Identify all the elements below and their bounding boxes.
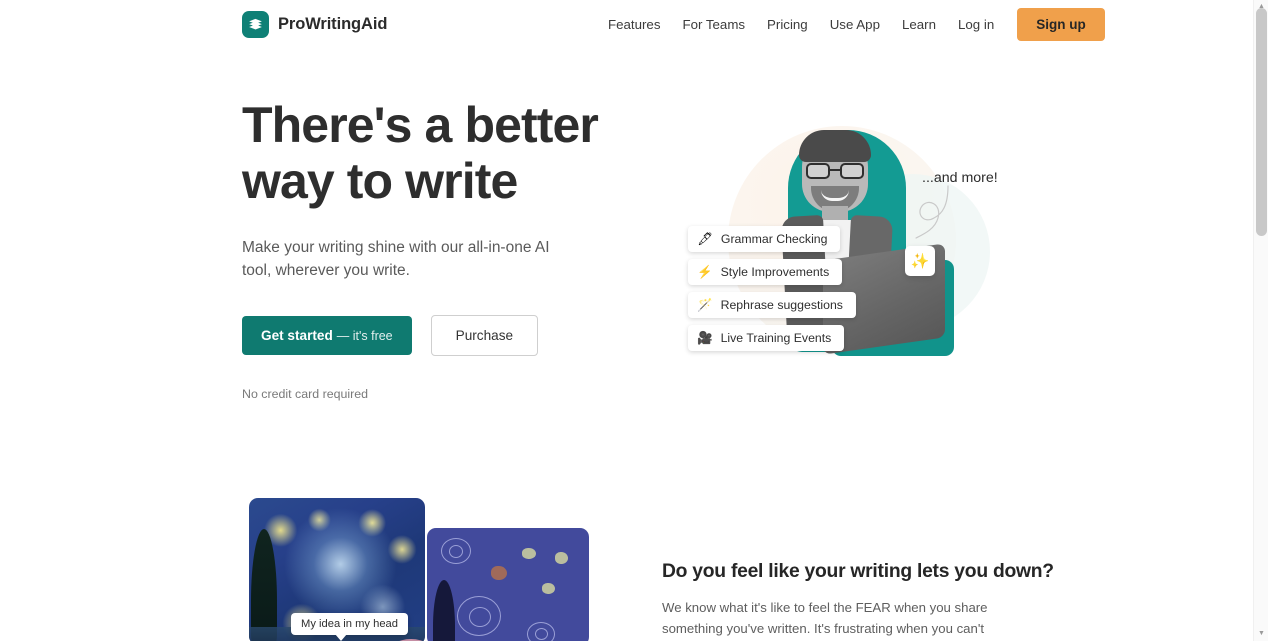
feature-chip-live-training-events[interactable]: 🎥 Live Training Events (688, 325, 845, 351)
crude-cypress-tree (433, 580, 455, 641)
purchase-button[interactable]: Purchase (430, 315, 539, 356)
doodle-arrow-icon (915, 185, 949, 239)
no-credit-card-note: No credit card required (242, 387, 369, 401)
nav-link-use-app[interactable]: Use App (819, 11, 891, 38)
magic-wand-icon: 🪄 (697, 297, 713, 312)
brand-name: ProWritingAid (278, 14, 388, 33)
nav-link-pricing[interactable]: Pricing (756, 11, 819, 38)
crude-star (542, 583, 555, 594)
feature-chip-grammar-checking[interactable]: 🖋 Grammar Checking (688, 226, 841, 252)
chip-label: Rephrase suggestions (720, 298, 843, 312)
glasses-bridge (830, 169, 840, 172)
page-title: There's a better way to write (242, 97, 642, 209)
crude-swirl (469, 607, 491, 627)
crude-swirl (449, 545, 463, 558)
chip-label: Live Training Events (720, 331, 832, 345)
comparison-illustration: My idea in my head (249, 497, 589, 641)
feature-chip-style-improvements[interactable]: ⚡ Style Improvements (688, 259, 843, 285)
nav-link-learn[interactable]: Learn (891, 11, 947, 38)
primary-navigation: Features For Teams Pricing Use App Learn… (597, 7, 1105, 41)
site-header: ProWritingAid Features For Teams Pricing… (0, 0, 1253, 48)
pen-icon: 🖋 (697, 231, 713, 246)
glasses-lens-left (806, 163, 830, 179)
page-scrollbar[interactable]: ▲ ▼ (1253, 0, 1268, 641)
feature-chip-list: 🖋 Grammar Checking ⚡ Style Improvements … (688, 226, 856, 351)
section-body: We know what it's like to feel the FEAR … (662, 600, 988, 636)
sign-up-button[interactable]: Sign up (1017, 7, 1105, 41)
painting-cypress-tree (251, 529, 277, 641)
section-title: Do you feel like your writing lets you d… (662, 561, 1054, 582)
nav-link-log-in[interactable]: Log in (947, 11, 1005, 38)
hero-title-line-1: There's a better (242, 97, 599, 153)
crude-star (522, 548, 536, 559)
landing-page: ProWritingAid Features For Teams Pricing… (0, 0, 1268, 641)
scrollbar-thumb[interactable] (1256, 8, 1267, 236)
chip-label: Style Improvements (720, 265, 830, 279)
hero-copy: There's a better way to write Make your … (242, 97, 642, 401)
hero-subtitle: Make your writing shine with our all-in-… (242, 239, 550, 279)
brand-logo-link[interactable]: ProWritingAid (242, 10, 388, 38)
crude-swirl (535, 628, 548, 640)
crude-star (491, 566, 507, 580)
feature-chip-rephrase-suggestions[interactable]: 🪄 Rephrase suggestions (688, 292, 856, 318)
hero-title-line-2: way to write (242, 153, 518, 209)
lightning-icon: ⚡ (697, 264, 713, 279)
nav-link-features[interactable]: Features (597, 11, 671, 38)
section-writing-lets-you-down: Do you feel like your writing lets you d… (662, 561, 1054, 641)
hero-illustration: ✨ ...and more! 🖋 Grammar Checking ⚡ Styl… (660, 108, 1020, 383)
idea-tooltip: My idea in my head (291, 613, 409, 641)
video-camera-icon: 🎥 (697, 330, 713, 345)
and-more-label: ...and more! (922, 170, 998, 186)
person-hair (799, 130, 871, 162)
crude-drawing-card (427, 528, 589, 641)
get-started-label: Get started (261, 328, 333, 343)
book-pages-icon (242, 10, 269, 38)
sparkle-icon: ✨ (910, 253, 930, 270)
nav-link-for-teams[interactable]: For Teams (671, 11, 756, 38)
glasses-lens-right (840, 163, 864, 179)
scroll-down-arrow-icon[interactable]: ▼ (1254, 627, 1268, 641)
hero-action-buttons: Get started — it's free Purchase (242, 315, 642, 356)
get-started-button[interactable]: Get started — it's free (242, 316, 412, 355)
crude-star (555, 552, 568, 564)
chip-label: Grammar Checking (720, 232, 828, 246)
get-started-suffix: — it's free (336, 329, 393, 343)
glasses-icon (806, 163, 864, 179)
